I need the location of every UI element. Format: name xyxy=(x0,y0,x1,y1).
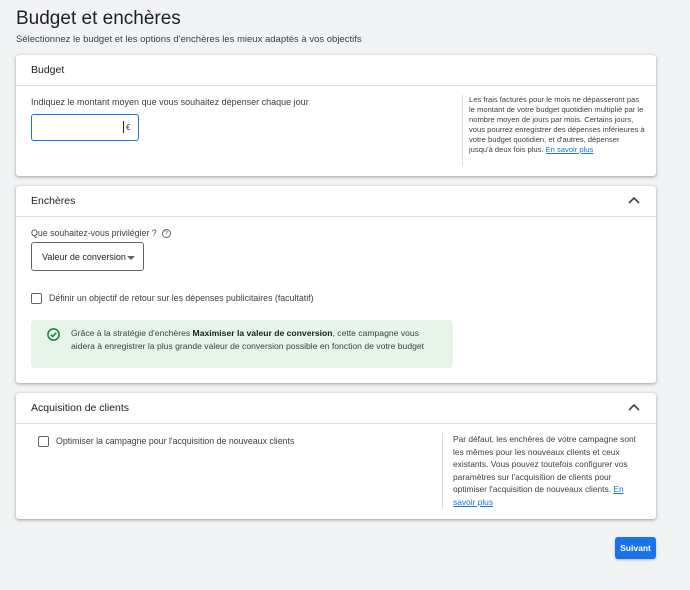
target-roas-label[interactable]: Définir un objectif de retour sur les dé… xyxy=(49,293,314,303)
page-title: Budget et enchères xyxy=(16,8,181,29)
text-caret xyxy=(123,121,124,133)
budget-label: Indiquez le montant moyen que vous souha… xyxy=(31,97,309,107)
currency-symbol: € xyxy=(126,123,131,132)
daily-budget-input[interactable]: € xyxy=(31,114,139,141)
bid-focus-question: Que souhaitez-vous privilégier ? ? xyxy=(31,228,171,238)
bid-strategy-info-box: Grâce à la stratégie d'enchères Maximise… xyxy=(31,320,453,368)
acquisition-note: Par défaut, les enchères de votre campag… xyxy=(453,433,643,509)
budget-header-title: Budget xyxy=(31,64,65,76)
budget-note: Les frais facturés pour le mois ne dépas… xyxy=(469,95,645,155)
arrow-drop-down-icon xyxy=(127,256,135,260)
new-customer-label[interactable]: Optimiser la campagne pour l'acquisition… xyxy=(56,436,294,446)
acquisition-card: Acquisition de clients Optimiser la camp… xyxy=(16,393,656,519)
help-icon[interactable]: ? xyxy=(161,228,171,238)
bids-header-title: Enchères xyxy=(31,195,76,207)
info-strategy-name: Maximiser la valeur de conversion xyxy=(192,328,333,338)
next-button[interactable]: Suivant xyxy=(615,537,656,559)
info-prefix: Grâce à la stratégie d'enchères xyxy=(71,328,193,338)
acquisition-card-header[interactable]: Acquisition de clients xyxy=(16,393,656,424)
bid-focus-select[interactable]: Valeur de conversion xyxy=(31,242,144,271)
bid-focus-selected-value: Valeur de conversion xyxy=(42,251,126,262)
target-roas-checkbox[interactable] xyxy=(31,293,42,304)
chevron-up-icon[interactable] xyxy=(628,403,640,411)
new-customer-checkbox[interactable] xyxy=(38,436,49,447)
bid-strategy-info-text: Grâce à la stratégie d'enchères Maximise… xyxy=(71,327,441,352)
budget-card-header: Budget xyxy=(16,55,656,86)
budget-divider xyxy=(462,95,463,166)
acquisition-note-text: Par défaut, les enchères de votre campag… xyxy=(453,434,636,495)
acquisition-header-title: Acquisition de clients xyxy=(31,402,130,414)
budget-card: Budget Indiquez le montant moyen que vou… xyxy=(16,55,656,176)
bids-card-header[interactable]: Enchères xyxy=(16,186,656,217)
chevron-up-icon[interactable] xyxy=(628,196,640,204)
bids-card: Enchères Que souhaitez-vous privilégier … xyxy=(16,186,656,383)
check-circle-icon xyxy=(47,328,60,341)
page-subtitle: Sélectionnez le budget et les options d'… xyxy=(16,34,362,45)
acquisition-divider xyxy=(442,433,443,509)
budget-learn-more-link[interactable]: En savoir plus xyxy=(546,145,594,154)
bid-focus-question-text: Que souhaitez-vous privilégier ? xyxy=(31,228,157,238)
